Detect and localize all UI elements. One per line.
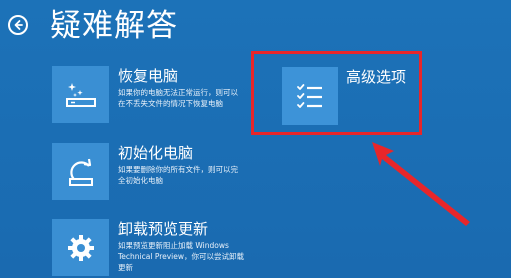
refresh-pc-tile [52,66,109,123]
reset-pc-desc-line: 全初始化电脑 [118,176,163,185]
reset-pc-tile [52,143,109,200]
reset-pc-icon [68,158,93,186]
troubleshoot-page: 疑难解答 恢复电脑 如果你的电脑无法正常运行，则可以 在不丢失文件的情况下恢复电… [0,0,511,278]
uninstall-preview-updates-option[interactable]: 卸载预览更新 如果预览更新阻止加载 Windows Technical Prev… [52,219,262,278]
refresh-pc-option[interactable]: 恢复电脑 如果你的电脑无法正常运行，则可以 在不丢失文件的情况下恢复电脑 [52,66,262,126]
refresh-pc-description: 如果你的电脑无法正常运行，则可以 在不丢失文件的情况下恢复电脑 [118,87,268,109]
reset-pc-title: 初始化电脑 [118,144,194,162]
page-title: 疑难解答 [50,8,178,44]
reset-pc-option[interactable]: 初始化电脑 如果要删除你的所有文件，则可以完 全初始化电脑 [52,143,262,203]
reset-pc-desc-line: 如果要删除你的所有文件，则可以完 [118,165,238,174]
refresh-pc-desc-line: 在不丢失文件的情况下恢复电脑 [118,99,223,108]
back-button[interactable] [8,15,28,35]
advanced-options-tile [282,67,338,125]
refresh-pc-desc-line: 如果你的电脑无法正常运行，则可以 [118,88,238,97]
uninstall-preview-updates-tile [52,219,109,276]
uninstall-preview-updates-description: 如果预览更新阻止加载 Windows Technical Preview，你可以… [118,240,268,273]
uninstall-desc-line: 更新 [118,263,133,272]
advanced-options-title: 高级选项 [346,68,407,86]
uninstall-preview-updates-title: 卸载预览更新 [118,220,209,238]
reset-pc-description: 如果要删除你的所有文件，则可以完 全初始化电脑 [118,164,268,186]
refresh-pc-icon [65,82,96,107]
uninstall-desc-line: 如果预览更新阻止加载 Windows [118,241,229,250]
uninstall-desc-line: Technical Preview，你可以尝试卸载 [118,252,245,261]
advanced-options-option[interactable]: 高级选项 [282,67,417,127]
back-arrow-icon [14,20,23,30]
gear-icon [67,234,94,261]
refresh-pc-title: 恢复电脑 [118,67,179,85]
checklist-icon [297,84,322,108]
